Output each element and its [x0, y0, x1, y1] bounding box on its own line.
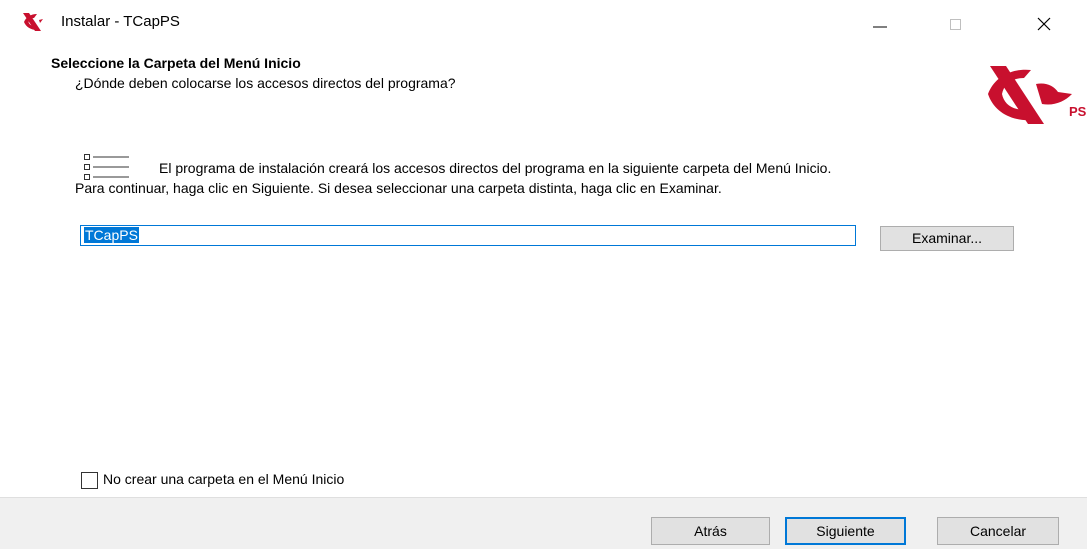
- start-menu-folder-input[interactable]: TCapPS: [80, 225, 856, 246]
- maximize-button[interactable]: [928, 0, 984, 46]
- no-folder-label: No crear una carpeta en el Menú Inicio: [103, 471, 345, 487]
- window-title: Instalar - TCapPS: [61, 13, 180, 30]
- minimize-icon: [873, 26, 887, 28]
- tcapps-logo-icon: [20, 11, 44, 33]
- wizard-footer: [0, 497, 1087, 549]
- next-button[interactable]: Siguiente: [785, 517, 906, 545]
- folder-input-value: TCapPS: [84, 227, 139, 243]
- title-bar: Instalar - TCapPS: [0, 0, 1087, 46]
- back-button[interactable]: Atrás: [651, 517, 770, 545]
- close-icon: [1037, 17, 1051, 31]
- close-button[interactable]: [1016, 0, 1072, 46]
- info-text: El programa de instalación creará los ac…: [159, 160, 832, 176]
- logo-text: PS: [1069, 104, 1087, 119]
- minimize-button[interactable]: [852, 0, 908, 46]
- browse-button[interactable]: Examinar...: [880, 226, 1014, 251]
- maximize-icon: [950, 19, 961, 30]
- no-folder-checkbox[interactable]: [81, 472, 98, 489]
- cancel-button[interactable]: Cancelar: [937, 517, 1059, 545]
- page-subtitle: ¿Dónde deben colocarse los accesos direc…: [75, 75, 456, 91]
- tcapps-logo: PS: [976, 64, 1087, 130]
- page-title: Seleccione la Carpeta del Menú Inicio: [51, 55, 301, 71]
- instruction-text: Para continuar, haga clic en Siguiente. …: [75, 180, 722, 196]
